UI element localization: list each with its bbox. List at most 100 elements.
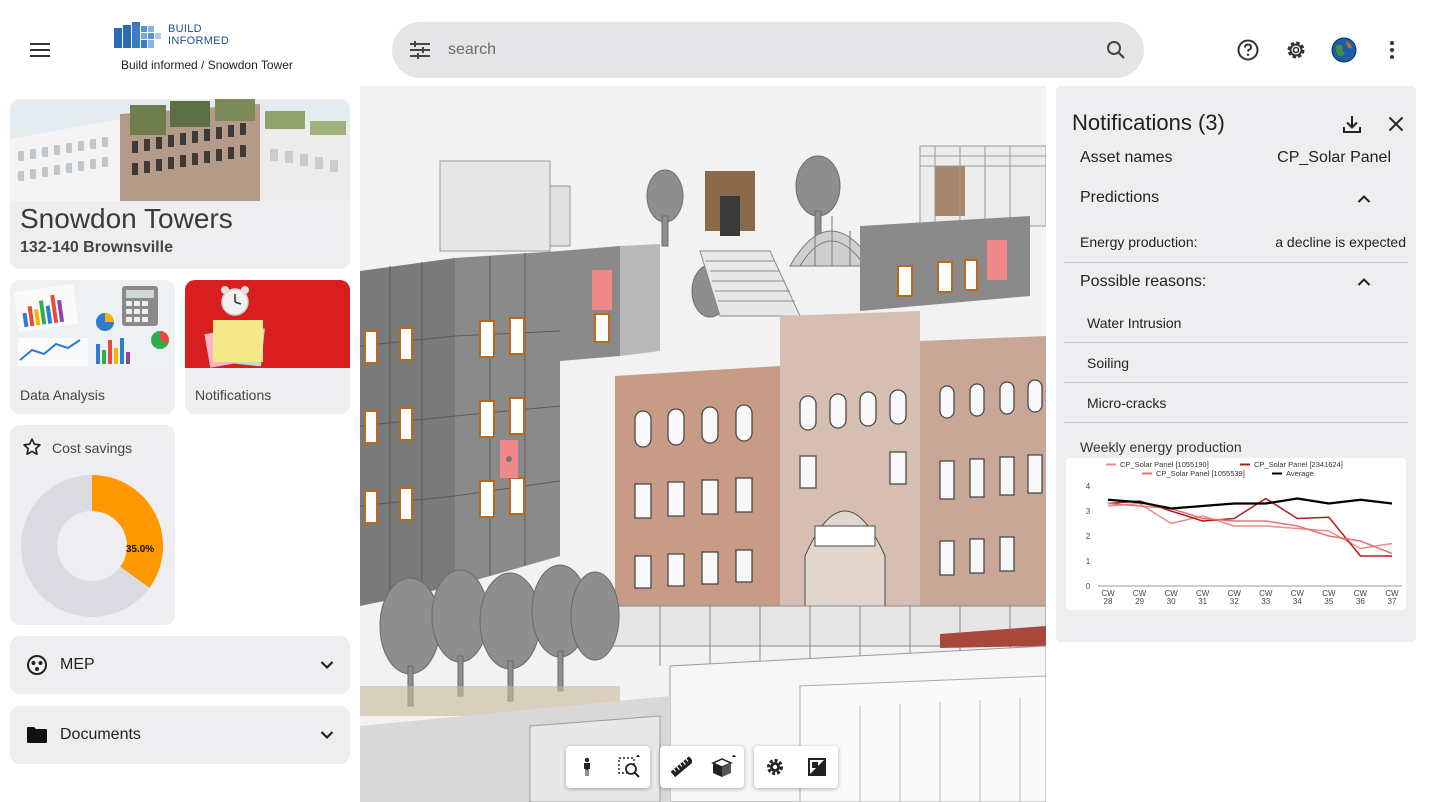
walk-icon — [584, 757, 590, 776]
zoom-region-button[interactable] — [608, 746, 650, 788]
measure-icon — [670, 756, 692, 778]
chevron-up-icon[interactable] — [1357, 194, 1371, 204]
gear-icon — [1287, 41, 1305, 59]
notifications-label: Notifications — [195, 387, 272, 403]
walk-mode-button[interactable] — [566, 746, 608, 788]
project-address: 132-140 Brownsville — [20, 239, 173, 256]
menu-button[interactable] — [24, 34, 56, 66]
legend-label: CP_Solar Panel [1055539] — [1156, 469, 1245, 478]
divider — [1064, 262, 1408, 263]
donut-percent-label: 35.0% — [126, 544, 154, 555]
mep-label: MEP — [60, 656, 95, 673]
help-icon — [1237, 39, 1259, 61]
chevron-up-icon[interactable] — [1357, 277, 1371, 287]
cost-savings-label: Cost savings — [52, 440, 133, 456]
y-tick-label: 1 — [1086, 557, 1091, 566]
project-thumbnail — [10, 99, 350, 201]
energy-chart-container: 0 1 2 3 4 CW 28 CW 29 CW 30 CW 31 CW 32 CW 33 CW 34 CW 35 CW 3… — [1066, 458, 1406, 610]
asset-value: CP_Solar Panel — [1277, 149, 1391, 166]
logo-mark-icon — [114, 22, 161, 48]
building-model-render[interactable] — [360, 86, 1046, 802]
section-box-icon — [711, 755, 736, 777]
mep-accordion[interactable]: MEP — [10, 636, 350, 694]
data-analysis-tile[interactable]: Data Analysis — [10, 280, 175, 414]
settings-icon — [767, 759, 783, 775]
fullscreen-toggle-icon — [808, 758, 826, 776]
divider — [1064, 422, 1408, 423]
x-tick-label: 37 — [1388, 597, 1397, 606]
reason-label: Water Intrusion — [1087, 315, 1182, 331]
measure-button[interactable] — [660, 746, 702, 788]
documents-accordion[interactable]: Documents — [10, 706, 350, 764]
close-icon — [1388, 116, 1404, 132]
fullscreen-toggle-button[interactable] — [796, 746, 838, 788]
notifications-panel: Notifications (3) Asset names CP_Solar P… — [1056, 86, 1416, 642]
divider — [1064, 382, 1408, 383]
help-button[interactable] — [1232, 34, 1264, 66]
bim-3d-viewer[interactable] — [360, 86, 1046, 802]
logo-text: BUILD INFORMED — [168, 23, 229, 47]
folder-icon — [27, 727, 47, 743]
search-input[interactable] — [448, 41, 1088, 59]
energy-label: Energy production: — [1080, 234, 1198, 250]
solar-panel-highlight[interactable] — [987, 240, 1007, 280]
breadcrumb[interactable]: Build informed / Snowdon Tower — [121, 58, 293, 72]
x-tick-label: 36 — [1356, 597, 1365, 606]
reason-label: Soiling — [1087, 355, 1130, 371]
cost-savings-card[interactable]: Cost savings 35.0% — [10, 425, 175, 625]
download-button[interactable] — [1338, 110, 1366, 138]
legend-label: Average — [1286, 469, 1314, 478]
legend-label: CP_Solar Panel [2341624] — [1254, 460, 1343, 469]
search-icon — [1107, 41, 1125, 59]
search-button[interactable] — [1088, 22, 1144, 78]
x-tick-label: 33 — [1261, 597, 1270, 606]
search-bar — [392, 22, 1144, 78]
divider — [1064, 342, 1408, 343]
notifications-tile[interactable]: Notifications — [185, 280, 350, 414]
data-analysis-thumbnail — [10, 280, 175, 370]
viewer-settings-button[interactable] — [754, 746, 796, 788]
filter-button[interactable] — [392, 22, 448, 78]
avatar-globe-icon — [1331, 37, 1357, 63]
app-root: BUILD INFORMED Build informed / Snowdon … — [0, 0, 1440, 802]
data-analysis-label: Data Analysis — [20, 387, 105, 403]
view-settings-toolbar — [754, 746, 838, 788]
settings-button[interactable] — [1280, 34, 1312, 66]
chevron-down-icon[interactable] — [320, 730, 334, 740]
donut-value-arc — [91, 475, 163, 588]
y-tick-label: 3 — [1086, 507, 1091, 516]
asset-label: Asset names — [1080, 149, 1173, 166]
x-tick-label: 31 — [1198, 597, 1207, 606]
tune-icon — [410, 41, 430, 59]
x-tick-label: 34 — [1293, 597, 1302, 606]
cost-savings-donut: 35.0% — [21, 475, 163, 617]
download-icon — [1343, 116, 1361, 133]
close-button[interactable] — [1382, 110, 1410, 138]
y-tick-label: 0 — [1086, 582, 1091, 591]
energy-value: a decline is expected — [1275, 234, 1406, 250]
x-tick-label: 30 — [1167, 597, 1176, 606]
energy-line-chart: 01234CW28CW29CW30CW31CW32CW33CW34CW35CW3… — [1086, 460, 1402, 606]
logo-line1: BUILD — [168, 23, 202, 35]
more-vert-icon — [1390, 41, 1394, 59]
more-options-button[interactable] — [1376, 34, 1408, 66]
possible-reasons-label: Possible reasons: — [1080, 273, 1207, 290]
y-tick-label: 4 — [1086, 482, 1091, 491]
chart-title: Weekly energy production — [1080, 439, 1242, 455]
section-box-button[interactable] — [702, 746, 744, 788]
legend-label: CP_Solar Panel [1055190] — [1120, 460, 1209, 469]
star-icon — [23, 438, 41, 455]
brand-logo[interactable]: BUILD INFORMED — [114, 22, 229, 48]
mep-icon — [27, 655, 47, 675]
avatar[interactable] — [1328, 34, 1360, 66]
chevron-down-icon[interactable] — [320, 660, 334, 670]
notifications-title: Notifications (3) — [1072, 110, 1225, 135]
project-card[interactable]: Snowdon Towers 132-140 Brownsville — [10, 99, 350, 269]
y-tick-label: 2 — [1086, 532, 1091, 541]
navigation-toolbar — [566, 746, 650, 788]
logo-line2: INFORMED — [168, 35, 230, 47]
solar-panel-highlight[interactable] — [592, 270, 612, 310]
x-tick-label: 28 — [1104, 597, 1113, 606]
predictions-label: Predictions — [1080, 189, 1160, 206]
documents-label: Documents — [60, 726, 141, 743]
